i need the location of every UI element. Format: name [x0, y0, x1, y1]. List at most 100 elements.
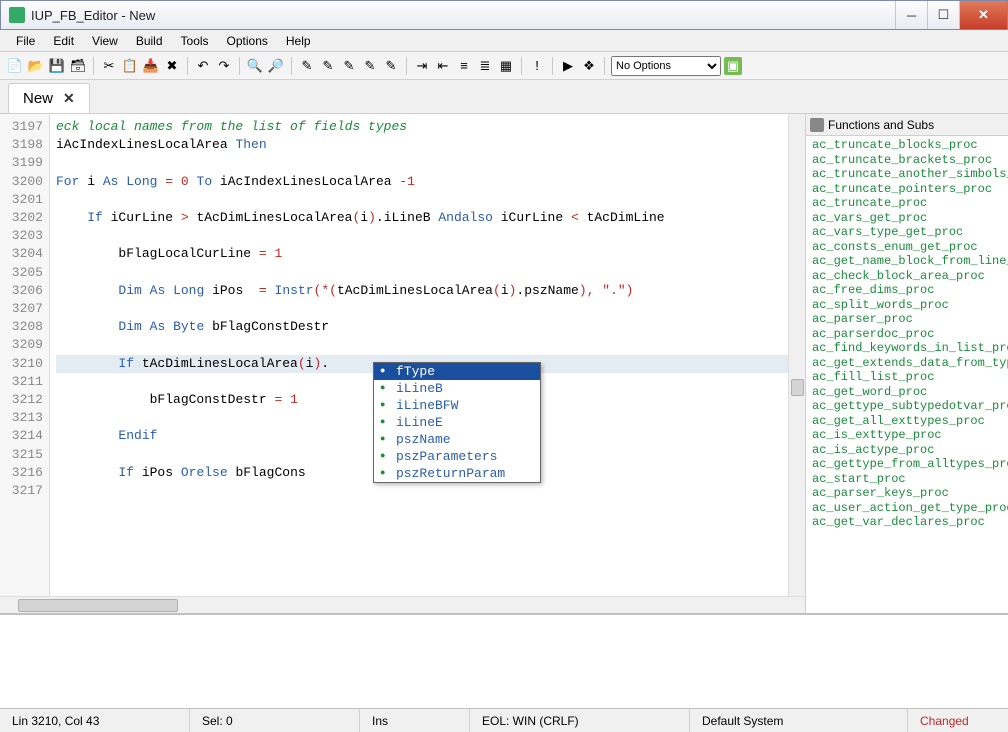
- autocomplete-item[interactable]: iLineE: [374, 414, 540, 431]
- function-list-item[interactable]: ac_split_words_proc: [812, 298, 1008, 313]
- close-button[interactable]: [959, 1, 1007, 29]
- function-list-item[interactable]: ac_get_var_declares_proc: [812, 515, 1008, 530]
- vscroll-thumb[interactable]: [791, 379, 804, 396]
- function-list-item[interactable]: ac_fill_list_proc: [812, 370, 1008, 385]
- menu-file[interactable]: File: [8, 32, 43, 50]
- bookmark-prev-icon[interactable]: ✎: [340, 57, 358, 75]
- menu-view[interactable]: View: [84, 32, 126, 50]
- bookmark-icon[interactable]: ✎: [298, 57, 316, 75]
- function-list-item[interactable]: ac_truncate_proc: [812, 196, 1008, 211]
- autocomplete-item[interactable]: pszName: [374, 431, 540, 448]
- code-line[interactable]: [56, 482, 788, 500]
- function-list-item[interactable]: ac_is_actype_proc: [812, 443, 1008, 458]
- format-icon[interactable]: ≡: [455, 57, 473, 75]
- bookmark-clear-icon[interactable]: ✎: [382, 57, 400, 75]
- undo-icon[interactable]: ↶: [194, 57, 212, 75]
- autocomplete-item[interactable]: iLineB: [374, 380, 540, 397]
- find-next-icon[interactable]: 🔎: [267, 57, 285, 75]
- line-number: 3211: [0, 373, 43, 391]
- output-pane[interactable]: [0, 613, 1008, 708]
- function-list-item[interactable]: ac_free_dims_proc: [812, 283, 1008, 298]
- paste-icon[interactable]: 📥: [142, 57, 160, 75]
- menu-edit[interactable]: Edit: [45, 32, 82, 50]
- copy-icon[interactable]: 📋: [121, 57, 139, 75]
- code-line[interactable]: [56, 336, 788, 354]
- quick-run-icon[interactable]: ▣: [724, 57, 742, 75]
- redo-icon[interactable]: ↷: [215, 57, 233, 75]
- function-list-item[interactable]: ac_user_action_get_type_proc: [812, 501, 1008, 516]
- save-all-icon[interactable]: 🗃: [69, 57, 87, 75]
- function-list-item[interactable]: ac_parser_proc: [812, 312, 1008, 327]
- menu-help[interactable]: Help: [278, 32, 319, 50]
- compile-icon[interactable]: ❖: [580, 57, 598, 75]
- line-number: 3199: [0, 154, 43, 172]
- autocomplete-item[interactable]: pszParameters: [374, 448, 540, 465]
- code-area[interactable]: eck local names from the list of fields …: [50, 114, 788, 596]
- breakpoint-icon[interactable]: !: [528, 57, 546, 75]
- function-list-item[interactable]: ac_truncate_pointers_proc: [812, 182, 1008, 197]
- new-icon[interactable]: 📄: [6, 57, 24, 75]
- menu-tools[interactable]: Tools: [173, 32, 217, 50]
- autocomplete-item[interactable]: pszReturnParam: [374, 465, 540, 482]
- function-list-item[interactable]: ac_consts_enum_get_proc: [812, 240, 1008, 255]
- function-list-item[interactable]: ac_find_keywords_in_list_pro: [812, 341, 1008, 356]
- function-list-item[interactable]: ac_check_block_area_proc: [812, 269, 1008, 284]
- code-line[interactable]: Dim As Byte bFlagConstDestr: [56, 318, 788, 336]
- menu-options[interactable]: Options: [219, 32, 276, 50]
- function-list-item[interactable]: ac_start_proc: [812, 472, 1008, 487]
- autocomplete-item[interactable]: iLineBFW: [374, 397, 540, 414]
- uncomment-icon[interactable]: ▦: [497, 57, 515, 75]
- find-icon[interactable]: 🔍: [246, 57, 264, 75]
- outdent-icon[interactable]: ⇤: [434, 57, 452, 75]
- code-line[interactable]: [56, 300, 788, 318]
- code-line[interactable]: [56, 264, 788, 282]
- code-line[interactable]: [56, 191, 788, 209]
- code-line[interactable]: bFlagLocalCurLine = 1: [56, 245, 788, 263]
- bookmark-next-icon[interactable]: ✎: [361, 57, 379, 75]
- function-list-item[interactable]: ac_get_word_proc: [812, 385, 1008, 400]
- line-number: 3200: [0, 173, 43, 191]
- tab-close-icon[interactable]: ✕: [63, 90, 75, 107]
- function-list-item[interactable]: ac_vars_type_get_proc: [812, 225, 1008, 240]
- open-icon[interactable]: 📂: [27, 57, 45, 75]
- title-bar: IUP_FB_Editor - New: [0, 0, 1008, 30]
- indent-icon[interactable]: ⇥: [413, 57, 431, 75]
- bookmark-add-icon[interactable]: ✎: [319, 57, 337, 75]
- code-line[interactable]: eck local names from the list of fields …: [56, 118, 788, 136]
- functions-list[interactable]: ac_truncate_blocks_procac_truncate_brack…: [806, 136, 1008, 613]
- code-line[interactable]: For i As Long = 0 To iAcIndexLinesLocalA…: [56, 173, 788, 191]
- tab-new[interactable]: New ✕: [8, 83, 90, 113]
- function-list-item[interactable]: ac_gettype_from_alltypes_pro: [812, 457, 1008, 472]
- function-list-item[interactable]: ac_truncate_blocks_proc: [812, 138, 1008, 153]
- minimize-button[interactable]: [895, 1, 927, 29]
- function-list-item[interactable]: ac_parser_keys_proc: [812, 486, 1008, 501]
- delete-icon[interactable]: ✖: [163, 57, 181, 75]
- code-line[interactable]: [56, 227, 788, 245]
- code-line[interactable]: iAcIndexLinesLocalArea Then: [56, 136, 788, 154]
- horizontal-scrollbar[interactable]: [0, 596, 805, 613]
- function-list-item[interactable]: ac_get_name_block_from_line_: [812, 254, 1008, 269]
- save-icon[interactable]: 💾: [48, 57, 66, 75]
- hscroll-thumb[interactable]: [18, 599, 178, 612]
- function-list-item[interactable]: ac_get_extends_data_from_typ: [812, 356, 1008, 371]
- function-list-item[interactable]: ac_truncate_another_simbols_: [812, 167, 1008, 182]
- function-list-item[interactable]: ac_vars_get_proc: [812, 211, 1008, 226]
- cut-icon[interactable]: ✂: [100, 57, 118, 75]
- code-line[interactable]: Dim As Long iPos = Instr(*(tAcDimLinesLo…: [56, 282, 788, 300]
- function-list-item[interactable]: ac_get_all_exttypes_proc: [812, 414, 1008, 429]
- code-editor[interactable]: 3197319831993200320132023203320432053206…: [0, 114, 805, 596]
- autocomplete-item[interactable]: fType: [374, 363, 540, 380]
- function-list-item[interactable]: ac_is_exttype_proc: [812, 428, 1008, 443]
- autocomplete-popup[interactable]: fTypeiLineBiLineBFWiLineEpszNamepszParam…: [373, 362, 541, 483]
- function-list-item[interactable]: ac_parserdoc_proc: [812, 327, 1008, 342]
- code-line[interactable]: [56, 154, 788, 172]
- build-options-select[interactable]: No Options: [611, 56, 721, 76]
- vertical-scrollbar[interactable]: [788, 114, 805, 596]
- run-icon[interactable]: ▶: [559, 57, 577, 75]
- function-list-item[interactable]: ac_truncate_brackets_proc: [812, 153, 1008, 168]
- function-list-item[interactable]: ac_gettype_subtypedotvar_pro: [812, 399, 1008, 414]
- menu-build[interactable]: Build: [128, 32, 171, 50]
- comment-icon[interactable]: ≣: [476, 57, 494, 75]
- code-line[interactable]: If iCurLine > tAcDimLinesLocalArea(i).iL…: [56, 209, 788, 227]
- maximize-button[interactable]: [927, 1, 959, 29]
